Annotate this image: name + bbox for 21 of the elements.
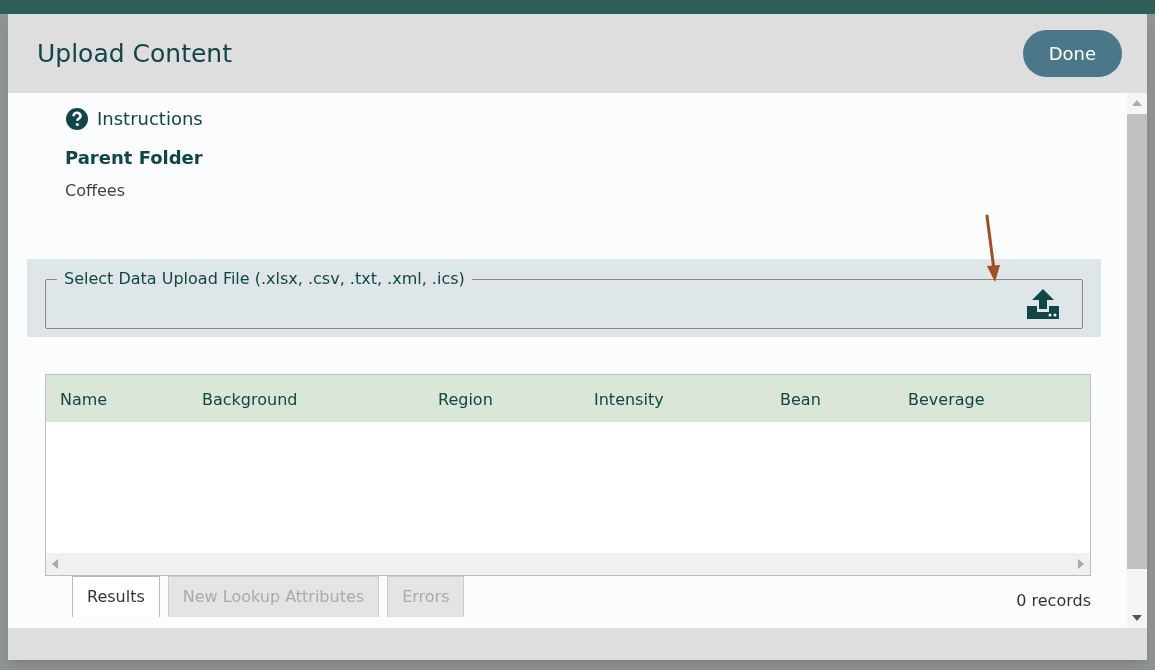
column-header[interactable]: Intensity (594, 388, 664, 412)
tab[interactable]: Results (72, 576, 160, 617)
scroll-right-icon[interactable] (1078, 559, 1084, 569)
done-button[interactable]: Done (1022, 30, 1122, 77)
annotation-arrow (983, 214, 1001, 284)
parent-folder-label: Parent Folder (65, 146, 203, 170)
column-header[interactable]: Background (202, 388, 298, 412)
upload-icon[interactable] (1026, 288, 1060, 320)
column-header[interactable]: Name (60, 388, 108, 412)
column-header[interactable]: Bean (780, 388, 821, 412)
scroll-up-icon[interactable] (1132, 100, 1142, 106)
scroll-left-icon[interactable] (52, 559, 58, 569)
column-header[interactable]: Beverage (908, 388, 985, 412)
column-header[interactable]: Region (438, 388, 493, 412)
help-icon[interactable] (65, 106, 89, 131)
scroll-down-icon[interactable] (1132, 615, 1142, 621)
horizontal-scrollbar[interactable] (46, 553, 1090, 575)
record-count: 0 records (1016, 590, 1091, 612)
instructions-link[interactable]: Instructions (97, 105, 203, 132)
dialog-title: Upload Content (37, 37, 232, 70)
parent-folder-value: Coffees (65, 180, 125, 202)
